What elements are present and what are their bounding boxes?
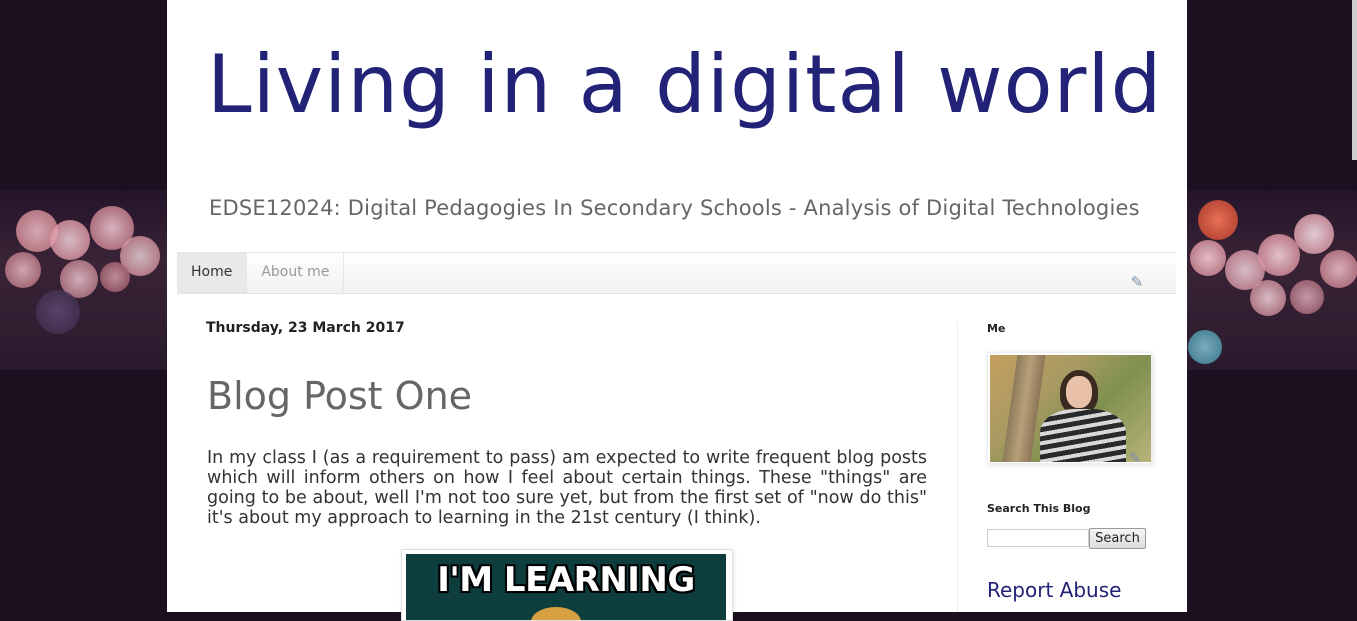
meme-caption: I'M LEARNING <box>437 560 695 600</box>
post-date: Thursday, 23 March 2017 <box>206 320 405 336</box>
report-abuse-title[interactable]: Report Abuse <box>987 578 1121 602</box>
profile-widget-title: Me <box>987 322 1006 335</box>
post-body: In my class I (as a requirement to pass)… <box>207 448 927 528</box>
blog-description: EDSE12024: Digital Pedagogies In Seconda… <box>209 196 1140 220</box>
nav-tabs: Home About me ✎ <box>177 252 1176 294</box>
meme-face <box>531 607 581 620</box>
column-divider <box>957 322 958 612</box>
post-title[interactable]: Blog Post One <box>207 374 472 418</box>
tab-home[interactable]: Home <box>177 253 248 293</box>
search-input[interactable] <box>987 529 1089 547</box>
blog-page: Living in a digital world EDSE12024: Dig… <box>167 0 1187 621</box>
edit-wrench-icon[interactable]: ✎ <box>1126 449 1144 467</box>
edit-wrench-icon[interactable]: ✎ <box>1128 273 1146 291</box>
page-scrollbar[interactable] <box>1352 0 1357 160</box>
tab-about-me[interactable]: About me <box>247 253 345 293</box>
sidebar: Me ✎ Search This Blog Search Report Abus… <box>987 322 1157 602</box>
blog-title[interactable]: Living in a digital world <box>207 30 1162 140</box>
profile-photo-frame[interactable]: ✎ <box>987 352 1152 467</box>
search-widget-title: Search This Blog <box>987 502 1091 515</box>
main-column: Thursday, 23 March 2017 Blog Post One In… <box>206 320 928 621</box>
meme-image: I'M LEARNING <box>406 554 726 620</box>
post-image[interactable]: I'M LEARNING <box>401 549 733 621</box>
profile-photo <box>990 355 1151 462</box>
search-button[interactable]: Search <box>1089 528 1146 549</box>
